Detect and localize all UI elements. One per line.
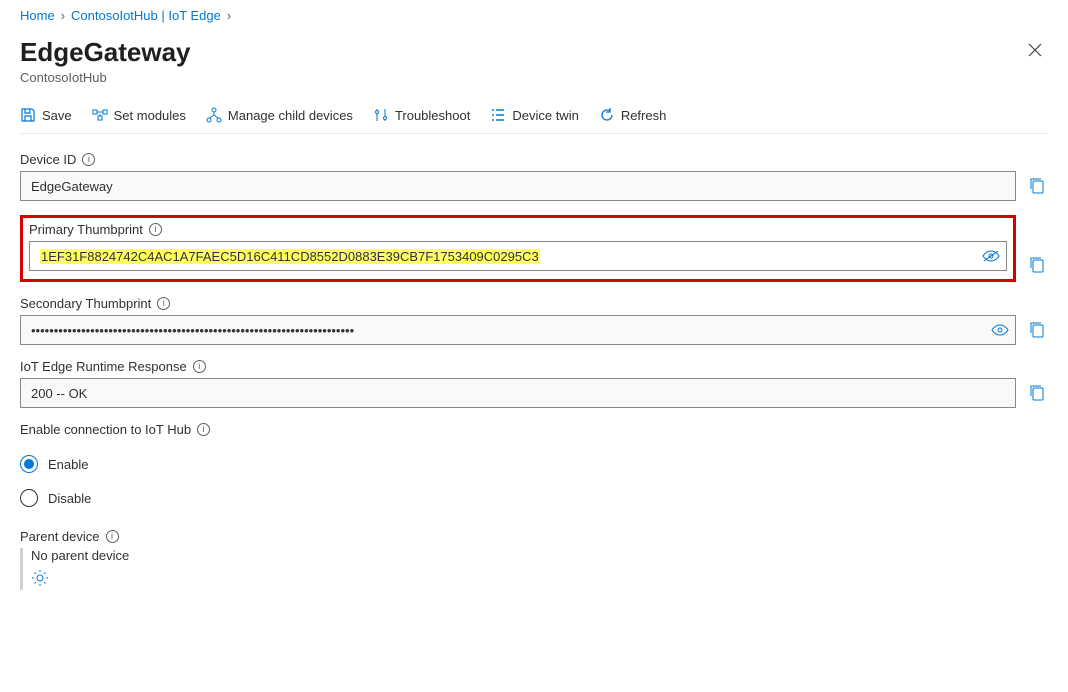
primary-thumbprint-value: 1EF31F8824742C4AC1A7FAEC5D16C411CD8552D0… xyxy=(40,249,540,264)
secondary-thumbprint-label: Secondary Thumbprint i xyxy=(20,296,1048,311)
refresh-icon xyxy=(599,107,615,123)
hide-primary-button[interactable] xyxy=(982,249,1000,263)
parent-device-label: Parent device i xyxy=(20,529,1048,544)
copy-icon xyxy=(1029,321,1045,339)
info-icon[interactable]: i xyxy=(106,530,119,543)
toolbar: Save Set modules Manage child devices Tr… xyxy=(20,101,1048,134)
enable-option-label: Enable xyxy=(48,457,88,472)
chevron-right-icon: › xyxy=(227,8,231,23)
parent-device-value: No parent device xyxy=(31,548,1048,563)
runtime-response-value: 200 -- OK xyxy=(31,386,87,401)
runtime-response-field[interactable]: 200 -- OK xyxy=(20,378,1016,408)
toolbar-label: Manage child devices xyxy=(228,108,353,123)
copy-icon xyxy=(1029,177,1045,195)
chevron-right-icon: › xyxy=(61,8,65,23)
info-icon[interactable]: i xyxy=(197,423,210,436)
toolbar-label: Troubleshoot xyxy=(395,108,470,123)
gear-icon xyxy=(31,569,49,587)
close-icon xyxy=(1028,43,1042,57)
primary-thumbprint-highlight: Primary Thumbprint i 1EF31F8824742C4AC1A… xyxy=(20,215,1016,282)
primary-thumbprint-field[interactable]: 1EF31F8824742C4AC1A7FAEC5D16C411CD8552D0… xyxy=(29,241,1007,271)
copy-primary-button[interactable] xyxy=(1026,256,1048,274)
device-id-value: EdgeGateway xyxy=(31,179,113,194)
eye-icon xyxy=(991,323,1009,337)
radio-unchecked-icon xyxy=(20,489,38,507)
manage-child-button[interactable]: Manage child devices xyxy=(206,107,353,123)
info-icon[interactable]: i xyxy=(149,223,162,236)
troubleshoot-button[interactable]: Troubleshoot xyxy=(373,107,470,123)
set-modules-button[interactable]: Set modules xyxy=(92,107,186,123)
copy-secondary-button[interactable] xyxy=(1026,315,1048,345)
info-icon[interactable]: i xyxy=(193,360,206,373)
primary-thumbprint-label: Primary Thumbprint i xyxy=(29,222,1007,237)
disable-option-label: Disable xyxy=(48,491,91,506)
toolbar-label: Refresh xyxy=(621,108,667,123)
settings-sliders-icon xyxy=(373,107,389,123)
modules-icon xyxy=(92,107,108,123)
copy-runtime-button[interactable] xyxy=(1026,378,1048,408)
toolbar-label: Device twin xyxy=(512,108,578,123)
info-icon[interactable]: i xyxy=(82,153,95,166)
refresh-button[interactable]: Refresh xyxy=(599,107,667,123)
breadcrumb-hub[interactable]: ContosoIotHub | IoT Edge xyxy=(71,8,221,23)
enable-radio[interactable]: Enable xyxy=(20,447,1048,481)
info-icon[interactable]: i xyxy=(157,297,170,310)
eye-off-icon xyxy=(982,249,1000,263)
close-button[interactable] xyxy=(1022,37,1048,63)
secondary-thumbprint-value: ••••••••••••••••••••••••••••••••••••••••… xyxy=(31,323,354,338)
show-secondary-button[interactable] xyxy=(991,323,1009,337)
toolbar-label: Set modules xyxy=(114,108,186,123)
list-icon xyxy=(490,107,506,123)
page-subtitle: ContosoIotHub xyxy=(20,70,191,85)
device-id-field[interactable]: EdgeGateway xyxy=(20,171,1016,201)
device-twin-button[interactable]: Device twin xyxy=(490,107,578,123)
parent-device-settings-button[interactable] xyxy=(31,569,49,587)
copy-icon xyxy=(1029,256,1045,274)
breadcrumb-home[interactable]: Home xyxy=(20,8,55,23)
copy-icon xyxy=(1029,384,1045,402)
save-button[interactable]: Save xyxy=(20,107,72,123)
toolbar-label: Save xyxy=(42,108,72,123)
radio-checked-icon xyxy=(20,455,38,473)
save-icon xyxy=(20,107,36,123)
copy-device-id-button[interactable] xyxy=(1026,171,1048,201)
secondary-thumbprint-field[interactable]: ••••••••••••••••••••••••••••••••••••••••… xyxy=(20,315,1016,345)
device-id-label: Device ID i xyxy=(20,152,1048,167)
disable-radio[interactable]: Disable xyxy=(20,481,1048,515)
breadcrumb: Home › ContosoIotHub | IoT Edge › xyxy=(20,8,1048,23)
runtime-response-label: IoT Edge Runtime Response i xyxy=(20,359,1048,374)
page-title: EdgeGateway xyxy=(20,37,191,68)
hierarchy-icon xyxy=(206,107,222,123)
enable-connection-label: Enable connection to IoT Hub i xyxy=(20,422,1048,437)
parent-device-block: No parent device xyxy=(20,548,1048,590)
